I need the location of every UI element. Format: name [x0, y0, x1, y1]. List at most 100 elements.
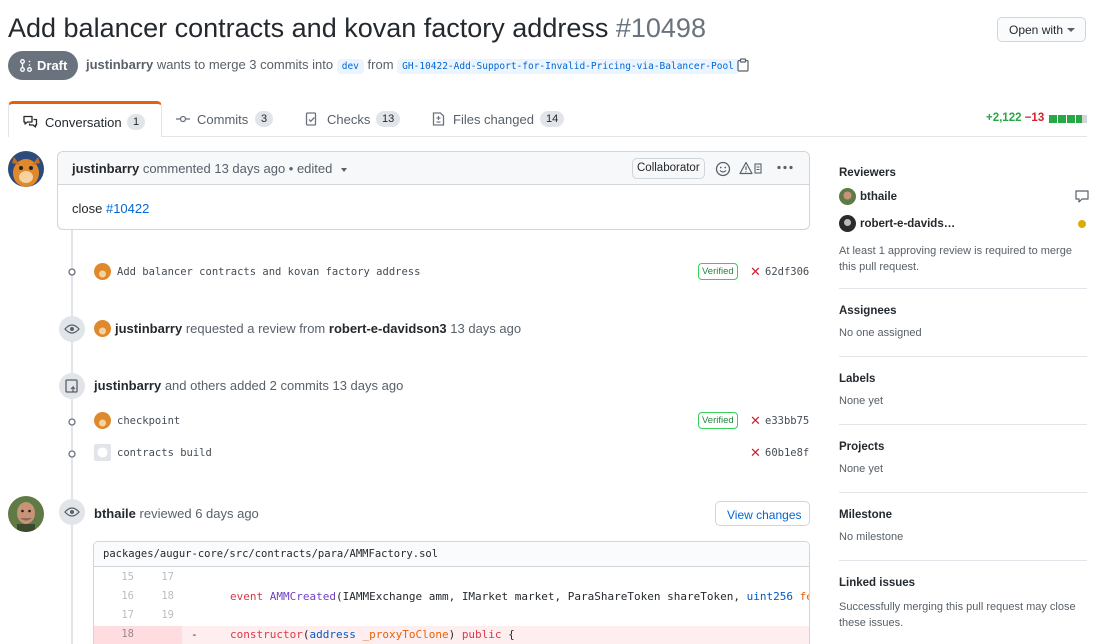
event-target[interactable]: robert-e-davidson3 [329, 321, 447, 336]
commit-sha-link[interactable]: 62df306 [765, 266, 809, 278]
diff-line-deleted: 18 - constructor(address _proxyToClone) … [94, 626, 809, 644]
pr-number: #10498 [615, 13, 706, 43]
labels-heading[interactable]: Labels [839, 373, 875, 385]
event-text: reviewed [139, 506, 192, 521]
avatar[interactable] [8, 496, 44, 532]
avatar[interactable] [839, 188, 856, 205]
comment-review-icon [1075, 190, 1089, 203]
old-line-number[interactable]: 16 [94, 590, 134, 602]
view-changes-button[interactable]: View changes [715, 501, 810, 526]
diffstat-block-add [1058, 115, 1066, 123]
new-line-number[interactable]: 18 [134, 590, 174, 602]
caret-down-icon [1067, 28, 1075, 32]
check-failure-x-icon[interactable]: ✕ [750, 413, 761, 429]
event-actor[interactable]: justinbarry [115, 321, 182, 336]
verified-badge[interactable]: Verified [698, 263, 738, 280]
event-time[interactable]: 6 days ago [195, 506, 259, 521]
tab-files-changed-count: 14 [540, 111, 565, 127]
old-line-number[interactable]: 18 [94, 628, 134, 640]
check-failure-x-icon[interactable]: ✕ [750, 445, 761, 461]
avatar[interactable] [839, 215, 856, 232]
linked-issues-value: Successfully merging this pull request m… [839, 601, 1076, 629]
commit-message-link[interactable]: checkpoint [117, 415, 180, 427]
reviewer-name[interactable]: robert-e-davids… [860, 218, 955, 230]
event-time[interactable]: 13 days ago [450, 321, 521, 336]
verified-badge[interactable]: Verified [698, 412, 738, 429]
repo-push-icon [59, 373, 85, 399]
eye-icon [59, 499, 85, 525]
comment-body: close #10422 [72, 201, 149, 216]
commit-node-icon [68, 450, 76, 458]
sidebar-divider [839, 288, 1087, 289]
old-line-number[interactable]: 15 [94, 571, 134, 583]
tab-conversation-count: 1 [127, 114, 146, 130]
smiley-reaction-icon[interactable] [715, 161, 731, 177]
git-pull-request-draft-icon [20, 59, 32, 72]
tab-checks[interactable]: Checks 13 [305, 101, 405, 137]
diffstat-additions: +2,122 [986, 112, 1022, 124]
avatar[interactable] [94, 412, 111, 429]
pr-author-link[interactable]: justinbarry [86, 57, 153, 72]
file-path[interactable]: packages/augur-core/src/contracts/para/A… [94, 542, 809, 567]
head-branch[interactable]: GH-10422-Add-Support-for-Invalid-Pricing… [397, 59, 739, 74]
tab-files-changed-label: Files changed [453, 112, 534, 127]
event-actor[interactable]: justinbarry [94, 378, 161, 393]
assignees-heading[interactable]: Assignees [839, 305, 897, 317]
merge-text: wants to merge 3 commits into [156, 57, 334, 72]
reviewer-name[interactable]: bthaile [860, 191, 897, 203]
eye-icon [59, 316, 85, 342]
new-line-number[interactable]: 17 [134, 571, 174, 583]
diffstat: +2,122 −13 [986, 112, 1044, 124]
draft-status-badge: Draft [8, 51, 78, 80]
sidebar-divider [839, 356, 1087, 357]
new-line-number[interactable]: 19 [134, 609, 174, 621]
comment-body-text: close [72, 201, 106, 216]
tab-files-changed[interactable]: Files changed 14 [432, 101, 572, 137]
comment-header: justinbarry commented 13 days ago • edit… [58, 152, 809, 185]
avatar[interactable] [94, 263, 111, 280]
event-time[interactable]: 13 days ago [332, 378, 403, 393]
tab-commits[interactable]: Commits 3 [176, 101, 280, 137]
comment-author[interactable]: justinbarry [72, 161, 139, 176]
linked-issues-heading[interactable]: Linked issues [839, 577, 915, 589]
milestone-heading[interactable]: Milestone [839, 509, 892, 521]
report-warning-icon[interactable] [739, 161, 765, 176]
old-line-number[interactable]: 17 [94, 609, 134, 621]
diffstat-block-add [1067, 115, 1075, 123]
base-branch[interactable]: dev [336, 59, 364, 74]
open-with-button[interactable]: Open with [997, 17, 1086, 42]
commit-icon [176, 115, 190, 123]
file-diff-icon [432, 112, 445, 126]
review-code-snippet: packages/augur-core/src/contracts/para/A… [93, 541, 810, 644]
event-text: and others added 2 commits [164, 378, 329, 393]
tab-conversation[interactable]: Conversation 1 [8, 101, 162, 137]
checklist-icon [305, 112, 317, 126]
edited-dropdown-caret-icon[interactable] [341, 167, 347, 172]
avatar[interactable] [94, 320, 111, 337]
timeline-line [71, 230, 73, 644]
review-event: bthaile reviewed 6 days ago [94, 506, 259, 521]
commit-message-link[interactable]: contracts build [117, 447, 212, 459]
code-line: constructor(address _proxyToClone) publi… [230, 628, 515, 641]
pr-title: Add balancer contracts and kovan factory… [8, 10, 706, 46]
projects-value: None yet [839, 463, 884, 475]
added-commits-event: justinbarry and others added 2 commits 1… [94, 378, 403, 393]
tab-commits-label: Commits [197, 112, 249, 127]
clipboard-copy-icon[interactable] [737, 58, 749, 72]
labels-value: None yet [839, 395, 884, 407]
commit-message-link[interactable]: Add balancer contracts and kovan factory… [117, 266, 420, 278]
check-failure-x-icon[interactable]: ✕ [750, 264, 761, 280]
commit-node-icon [68, 268, 76, 276]
event-text: requested a review from [185, 321, 326, 336]
commit-sha-link[interactable]: e33bb75 [765, 415, 809, 427]
event-actor[interactable]: bthaile [94, 506, 136, 521]
comment-meta[interactable]: commented 13 days ago • edited [143, 161, 333, 176]
projects-heading[interactable]: Projects [839, 441, 884, 453]
issue-link[interactable]: #10422 [106, 201, 149, 216]
kebab-horizontal-icon[interactable] [777, 165, 793, 170]
github-placeholder-avatar-icon [94, 444, 111, 461]
reviewers-heading[interactable]: Reviewers [839, 167, 896, 179]
avatar[interactable] [8, 151, 44, 187]
commit-sha-link[interactable]: 60b1e8f [765, 447, 809, 459]
pr-title-text: Add balancer contracts and kovan factory… [8, 13, 609, 43]
